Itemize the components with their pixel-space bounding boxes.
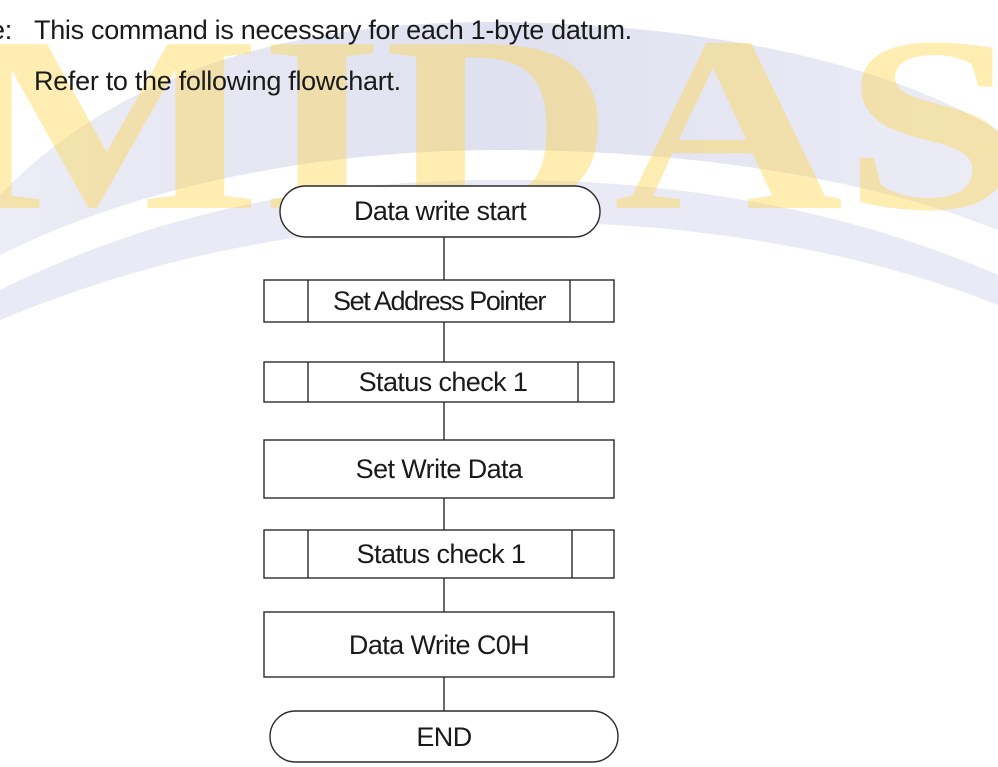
status-check-1a-label: Status check 1	[358, 367, 528, 397]
status-check-1b-label: Status check 1	[356, 539, 526, 569]
manual-page: MIDAS e: This command is necessary for e…	[0, 0, 998, 767]
end-label: END	[416, 722, 472, 752]
set-address-pointer-label: Set Address Pointer	[332, 286, 546, 316]
start-label: Data write start	[354, 196, 527, 226]
set-write-data-label: Set Write Data	[355, 454, 523, 484]
data-write-c0h-label: Data Write C0H	[348, 630, 530, 660]
